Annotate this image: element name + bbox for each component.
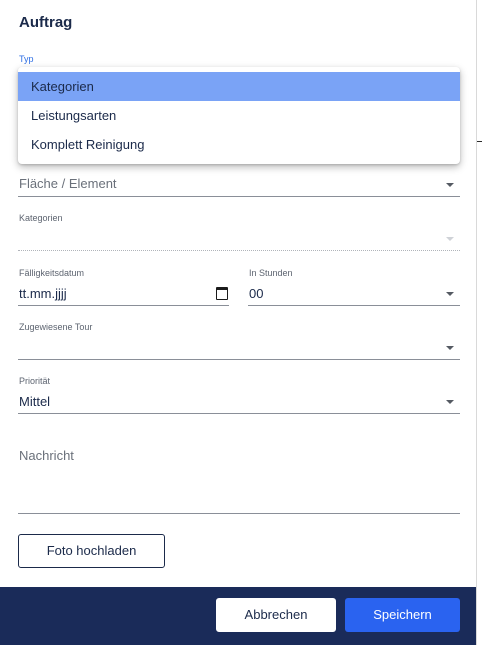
menu-item-kategorien[interactable]: Kategorien	[18, 72, 460, 101]
calendar-icon[interactable]	[216, 287, 228, 300]
due-date-label: Fälligkeitsdatum	[19, 268, 85, 278]
cancel-button[interactable]: Abbrechen	[216, 598, 336, 632]
type-label: Typ	[19, 54, 34, 64]
background-edge	[476, 0, 482, 645]
chevron-down-icon	[446, 400, 454, 404]
chevron-down-icon	[446, 346, 454, 350]
tour-underline	[18, 359, 460, 360]
chevron-down-icon	[446, 237, 454, 241]
category-label: Kategorien	[19, 213, 63, 223]
dialog-footer: Abbrechen Speichern	[0, 587, 476, 645]
due-date-value: tt.mm.jjjj	[19, 286, 67, 301]
due-date-underline	[18, 305, 229, 306]
order-dialog: Auftrag Typ Kategorien Leistungsarten Ko…	[0, 0, 476, 645]
dialog-title: Auftrag	[19, 14, 73, 31]
category-underline	[18, 250, 460, 251]
background-divider	[477, 141, 482, 142]
hours-underline	[248, 305, 460, 306]
tour-label: Zugewiesene Tour	[19, 322, 93, 332]
menu-item-komplett-reinigung[interactable]: Komplett Reinigung	[18, 130, 460, 159]
type-dropdown-menu: Kategorien Leistungsarten Komplett Reini…	[18, 67, 460, 164]
hours-value: 00	[249, 286, 264, 301]
chevron-down-icon	[446, 292, 454, 296]
area-underline	[18, 196, 460, 197]
hours-label: In Stunden	[249, 268, 293, 278]
menu-item-leistungsarten[interactable]: Leistungsarten	[18, 101, 460, 130]
area-placeholder: Fläche / Element	[19, 176, 117, 191]
chevron-down-icon	[446, 183, 454, 187]
priority-value: Mittel	[19, 394, 51, 409]
message-placeholder: Nachricht	[19, 448, 74, 463]
priority-label: Priorität	[19, 376, 51, 386]
upload-photo-button[interactable]: Foto hochladen	[18, 534, 165, 568]
save-button[interactable]: Speichern	[345, 598, 460, 632]
priority-underline	[18, 413, 460, 414]
message-underline	[18, 513, 460, 514]
